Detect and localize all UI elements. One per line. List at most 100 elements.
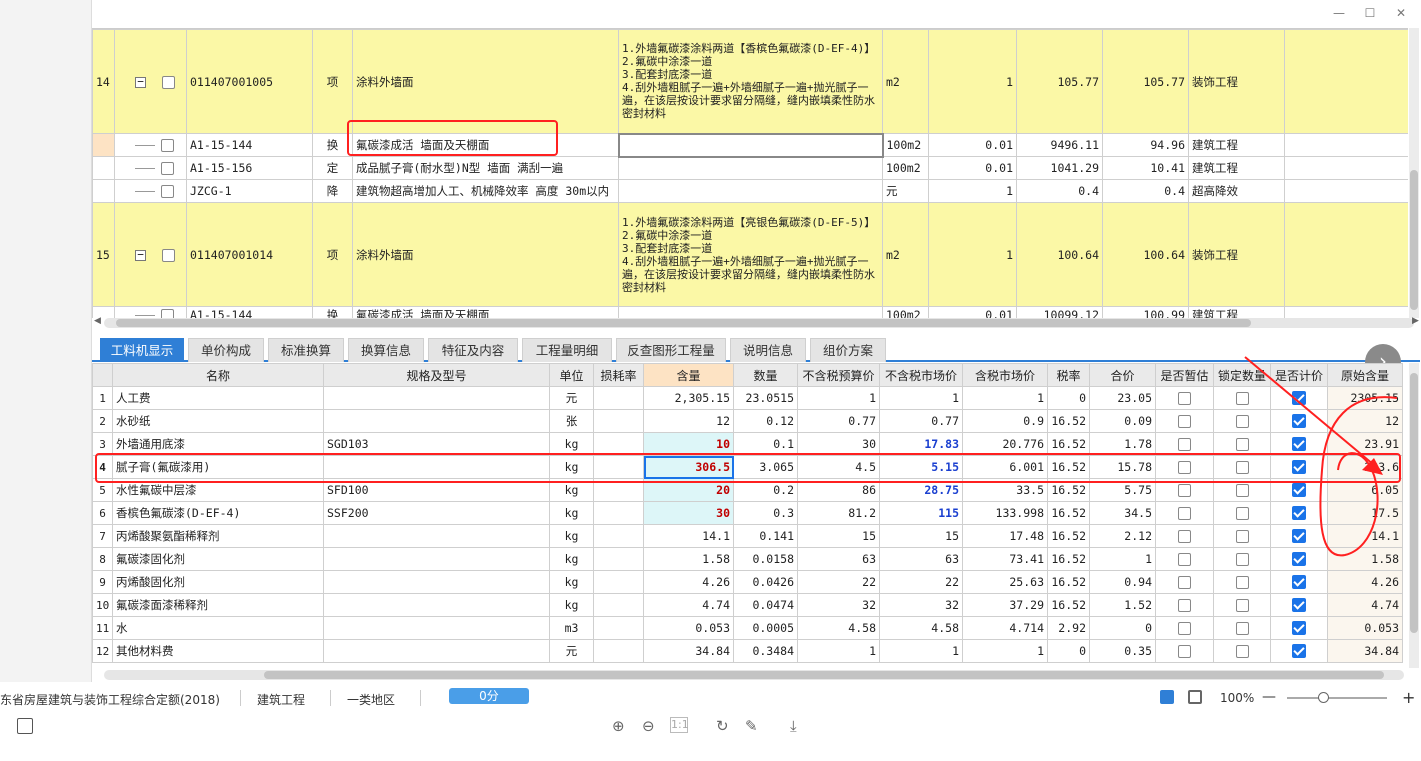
priced-checkbox-checked[interactable] — [1292, 644, 1306, 659]
priced-checkbox-checked[interactable] — [1292, 437, 1306, 452]
item-name[interactable]: 涂料外墙面 — [352, 29, 619, 134]
cell-loss[interactable] — [593, 455, 644, 479]
lock-qty-checkbox-cell[interactable] — [1213, 409, 1271, 433]
checkbox[interactable] — [1235, 461, 1249, 474]
cell-loss[interactable] — [593, 432, 644, 456]
zoom-in-button[interactable]: + — [1402, 688, 1415, 707]
close-button[interactable]: ✕ — [1392, 4, 1410, 22]
cell-budget[interactable]: 1 — [797, 386, 880, 410]
material-row[interactable]: 9 丙烯酸固化剂 kg 4.26 0.0426 22 22 25.63 16.52 0.94 4.2… — [92, 570, 1403, 594]
item-category[interactable]: 建筑工程 — [1188, 306, 1285, 318]
material-row[interactable]: 8 氟碳漆固化剂 kg 1.58 0.0158 63 63 73.41 16.52 1 1.58 — [92, 547, 1403, 571]
row-number[interactable] — [92, 156, 115, 180]
item-feature[interactable] — [618, 156, 883, 180]
provisional-checkbox-cell[interactable] — [1155, 547, 1214, 571]
item-kind[interactable]: 降 — [312, 179, 353, 203]
cell-total[interactable]: 5.75 — [1089, 478, 1156, 502]
upper-hscroll-thumb[interactable] — [116, 319, 1251, 327]
cell-loss[interactable] — [593, 501, 644, 525]
single-page-view-icon[interactable] — [1160, 690, 1174, 704]
cell-rate[interactable]: 16.52 — [1047, 409, 1090, 433]
empty-cell[interactable] — [1284, 202, 1408, 307]
priced-checkbox-cell[interactable] — [1270, 616, 1328, 640]
cell-taxmarket[interactable]: 0.9 — [962, 409, 1048, 433]
priced-checkbox-checked[interactable] — [1292, 460, 1306, 475]
cell-name[interactable]: 丙烯酸固化剂 — [112, 570, 324, 594]
cell-taxmarket[interactable]: 4.714 — [962, 616, 1048, 640]
cell-unit[interactable]: kg — [549, 570, 594, 594]
cell-market[interactable]: 17.83 — [879, 432, 963, 456]
double-page-view-icon[interactable] — [1188, 690, 1202, 704]
cell-name[interactable]: 氟碳漆固化剂 — [112, 547, 324, 571]
cell-taxmarket[interactable]: 20.776 — [962, 432, 1048, 456]
cell-content[interactable]: 1.58 — [643, 547, 734, 571]
item-unit[interactable]: 100m2 — [882, 306, 929, 318]
tab-9[interactable]: 组价方案 — [810, 338, 886, 362]
item-total[interactable]: 100.99 — [1102, 306, 1189, 318]
item-unit-price[interactable]: 105.77 — [1016, 29, 1103, 134]
column-header[interactable]: 含税市场价 — [962, 363, 1048, 387]
checkbox[interactable] — [1178, 438, 1191, 451]
priced-checkbox-checked[interactable] — [1292, 414, 1306, 429]
item-feature[interactable]: 1.外墙氟碳漆涂料两道【香槟色氟碳漆(D-EF-4)】 2.氟碳中涂漆一道 3.… — [618, 29, 883, 134]
cell-unit[interactable]: kg — [549, 547, 594, 571]
item-unit[interactable]: 100m2 — [882, 133, 929, 157]
cell-name[interactable]: 水 — [112, 616, 324, 640]
cell-original-content[interactable]: 23.91 — [1327, 432, 1403, 456]
cell-rate[interactable]: 16.52 — [1047, 593, 1090, 617]
cell-spec[interactable]: SFD100 — [323, 478, 550, 502]
item-code[interactable]: 011407001005 — [186, 29, 313, 134]
cell-original-content[interactable]: 0.053 — [1327, 616, 1403, 640]
cell-budget[interactable]: 4.5 — [797, 455, 880, 479]
item-feature[interactable] — [617, 132, 884, 158]
cell-rate[interactable]: 0 — [1047, 639, 1090, 663]
provisional-checkbox-cell[interactable] — [1155, 593, 1214, 617]
tree-cell[interactable] — [114, 179, 187, 203]
item-name[interactable]: 涂料外墙面 — [352, 202, 619, 307]
cell-rate[interactable]: 16.52 — [1047, 501, 1090, 525]
tab-6[interactable]: 工程量明细 — [522, 338, 612, 362]
cell-budget[interactable]: 4.58 — [797, 616, 880, 640]
cell-taxmarket[interactable]: 6.001 — [962, 455, 1048, 479]
item-category[interactable]: 建筑工程 — [1188, 133, 1285, 157]
tab-7[interactable]: 反查图形工程量 — [616, 338, 726, 362]
row-number[interactable]: 14 — [92, 29, 115, 134]
item-category[interactable]: 超高降效 — [1188, 179, 1285, 203]
cell-market[interactable]: 0.77 — [879, 409, 963, 433]
cell-name[interactable]: 氟碳漆面漆稀释剂 — [112, 593, 324, 617]
column-header[interactable]: 锁定数量 — [1213, 363, 1271, 387]
checkbox[interactable] — [1178, 415, 1191, 428]
lower-vertical-scrollbar[interactable] — [1409, 363, 1419, 668]
cell-content[interactable]: 14.1 — [643, 524, 734, 548]
item-unit-price[interactable]: 1041.29 — [1016, 156, 1103, 180]
tab-4[interactable]: 换算信息 — [348, 338, 424, 362]
checkbox[interactable] — [1178, 645, 1191, 658]
cell-market[interactable]: 15 — [879, 524, 963, 548]
provisional-checkbox-cell[interactable] — [1155, 639, 1214, 663]
column-header[interactable]: 不含税预算价 — [797, 363, 880, 387]
priced-checkbox-cell[interactable] — [1270, 501, 1328, 525]
cell-name[interactable]: 人工费 — [112, 386, 324, 410]
collapse-toggle-icon[interactable]: − — [135, 76, 146, 88]
cell-total[interactable]: 34.5 — [1089, 501, 1156, 525]
cell-content[interactable]: 10 — [643, 432, 734, 456]
item-feature[interactable]: 1.外墙氟碳漆涂料两道【亮银色氟碳漆(D-EF-5)】 2.氟碳中涂漆一道 3.… — [618, 202, 883, 307]
cell-qty[interactable]: 23.0515 — [733, 386, 798, 410]
cell-qty[interactable]: 0.0474 — [733, 593, 798, 617]
cell-unit[interactable]: kg — [549, 478, 594, 502]
cell-loss[interactable] — [593, 409, 644, 433]
column-header[interactable]: 原始含量 — [1327, 363, 1403, 387]
cell-loss[interactable] — [593, 386, 644, 410]
cell-content[interactable]: 0.053 — [643, 616, 734, 640]
cell-qty[interactable]: 0.3484 — [733, 639, 798, 663]
cell-unit[interactable]: kg — [549, 501, 594, 525]
cell-total[interactable]: 15.78 — [1089, 455, 1156, 479]
cell-market[interactable]: 28.75 — [879, 478, 963, 502]
cell-loss[interactable] — [593, 593, 644, 617]
item-code[interactable]: A1-15-144 — [186, 133, 313, 157]
item-total[interactable]: 100.64 — [1102, 202, 1189, 307]
cell-unit[interactable]: kg — [549, 432, 594, 456]
cell-budget[interactable]: 63 — [797, 547, 880, 571]
cell-name[interactable]: 水性氟碳中层漆 — [112, 478, 324, 502]
tree-cell[interactable] — [114, 156, 187, 180]
